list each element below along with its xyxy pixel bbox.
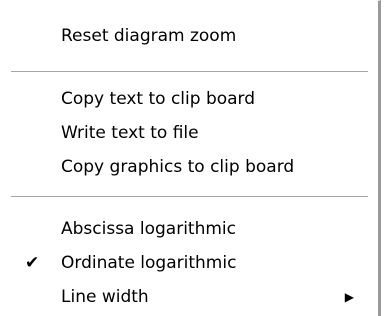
menu-item-label: Copy graphics to clip board <box>61 157 295 177</box>
menu-item-label: Line width <box>61 287 149 307</box>
menu-item-line-width[interactable]: Line width ▶ <box>1 282 378 312</box>
menu-item-label: Write text to file <box>61 123 199 143</box>
menu-item-abscissa-logarithmic[interactable]: Abscissa logarithmic <box>1 214 378 244</box>
checkmark-icon: ✔ <box>25 253 40 273</box>
menu-item-label: Ordinate logarithmic <box>61 253 237 273</box>
menu-item-write-text[interactable]: Write text to file <box>1 118 378 148</box>
menu-item-ordinate-logarithmic[interactable]: ✔ Ordinate logarithmic <box>1 248 378 278</box>
menu-item-reset-diagram-zoom[interactable]: Reset diagram zoom <box>1 21 378 51</box>
menu-item-label: Copy text to clip board <box>61 89 256 109</box>
submenu-arrow-icon: ▶ <box>344 290 354 304</box>
context-menu: Reset diagram zoom Copy text to clip boa… <box>0 0 381 316</box>
menu-item-copy-graphics[interactable]: Copy graphics to clip board <box>1 152 378 182</box>
menu-item-label: Abscissa logarithmic <box>61 219 236 239</box>
menu-item-copy-text[interactable]: Copy text to clip board <box>1 84 378 114</box>
menu-separator <box>11 71 368 73</box>
menu-item-label: Reset diagram zoom <box>61 26 237 46</box>
menu-separator <box>11 196 368 198</box>
